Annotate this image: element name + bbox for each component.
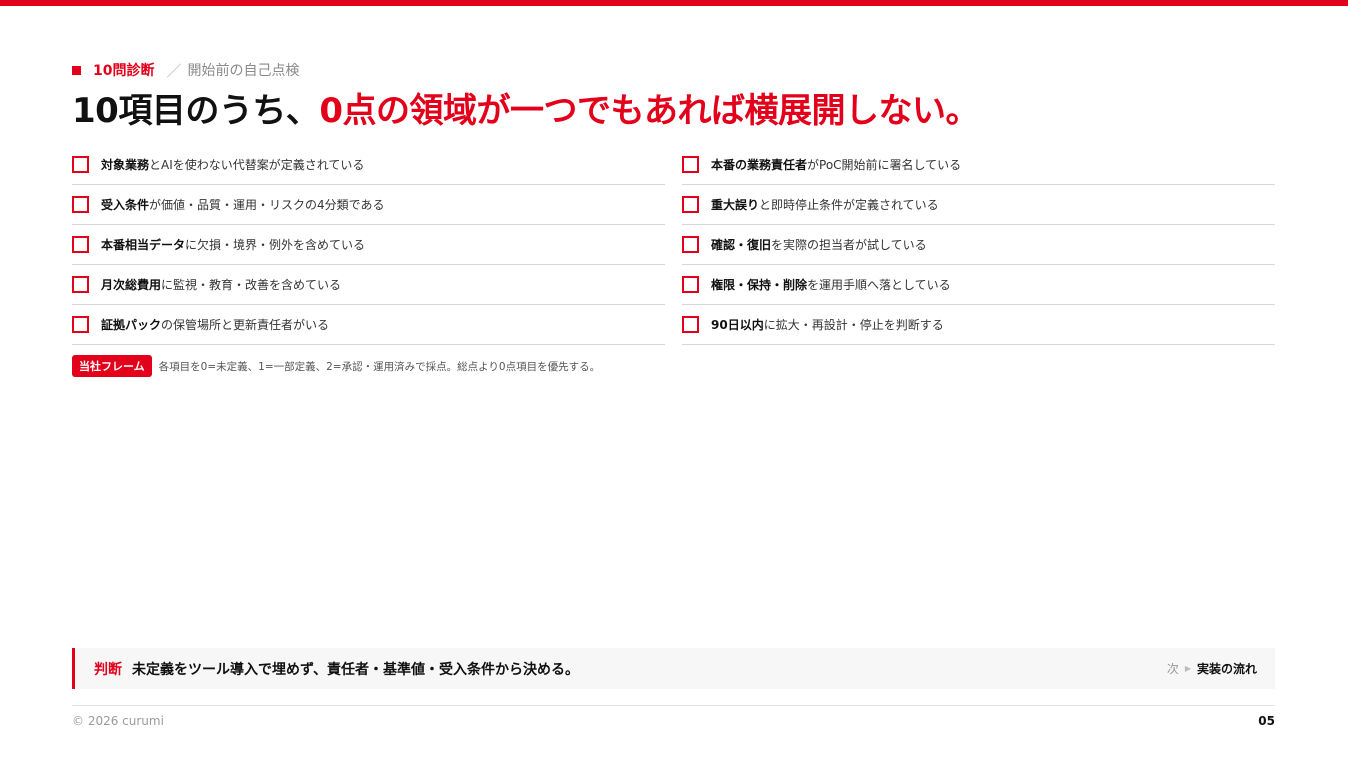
checklist-left-column: 対象業務とAIを使わない代替案が定義されている 受入条件が価値・品質・運用・リス… (72, 145, 665, 345)
checkbox-icon[interactable] (682, 276, 699, 293)
checklist-item-keyword: 権限・保持・削除 (711, 278, 808, 292)
checklist-item-keyword: 対象業務 (101, 158, 150, 172)
checklist-item: 月次総費用に監視・教育・改善を含めている (72, 265, 665, 305)
page-number: 05 (1258, 714, 1275, 728)
checklist-item-keyword: 90日以内 (711, 318, 764, 332)
checklist-item: 対象業務とAIを使わない代替案が定義されている (72, 145, 665, 185)
checkbox-icon[interactable] (72, 196, 89, 213)
checkbox-icon[interactable] (72, 236, 89, 253)
checklist-item-keyword: 本番相当データ (101, 238, 186, 252)
next-section-link[interactable]: 次 ▶ 実装の流れ (1167, 660, 1257, 677)
framework-note-text: 各項目を0=未定義、1=一部定義、2=承認・運用済みで採点。総点より0点項目を優… (158, 360, 601, 373)
verdict-text: 未定義をツール導入で埋めず、責任者・基準値・受入条件から決める。 (132, 661, 580, 678)
checkbox-icon[interactable] (682, 236, 699, 253)
checklist-item-text: 受入条件が価値・品質・運用・リスクの4分類である (101, 196, 385, 213)
checkbox-icon[interactable] (72, 156, 89, 173)
checklist-item: 証拠パックの保管場所と更新責任者がいる (72, 305, 665, 345)
eyebrow-separator: ／ (166, 61, 182, 80)
checklist: 対象業務とAIを使わない代替案が定義されている 受入条件が価値・品質・運用・リス… (72, 145, 1275, 345)
title-highlight: 0点の領域が一つでもあれば横展開しない。 (319, 91, 979, 131)
checklist-item-rest: に拡大・再設計・停止を判断する (763, 318, 944, 332)
checklist-item-text: 対象業務とAIを使わない代替案が定義されている (101, 156, 364, 173)
checklist-item: 90日以内に拡大・再設計・停止を判断する (682, 305, 1275, 345)
checklist-item: 確認・復旧を実際の担当者が試している (682, 225, 1275, 265)
checklist-item-keyword: 確認・復旧 (711, 238, 772, 252)
checklist-item-text: 重大誤りと即時停止条件が定義されている (711, 196, 939, 213)
checklist-item-text: 本番相当データに欠損・境界・例外を含めている (101, 236, 365, 253)
checklist-item-keyword: 重大誤り (711, 198, 760, 212)
checkbox-icon[interactable] (682, 156, 699, 173)
checklist-item-text: 証拠パックの保管場所と更新責任者がいる (101, 316, 329, 333)
checklist-item: 本番の業務責任者がPoC開始前に署名している (682, 145, 1275, 185)
checklist-item-rest: がPoC開始前に署名している (807, 158, 962, 172)
checklist-item-rest: の保管場所と更新責任者がいる (161, 318, 330, 332)
checkbox-icon[interactable] (682, 316, 699, 333)
checklist-item: 受入条件が価値・品質・運用・リスクの4分類である (72, 185, 665, 225)
verdict-bar: 判断 未定義をツール導入で埋めず、責任者・基準値・受入条件から決める。 次 ▶ … (72, 648, 1275, 689)
checkbox-icon[interactable] (72, 316, 89, 333)
checklist-item-rest: に欠損・境界・例外を含めている (185, 238, 366, 252)
checklist-item-text: 90日以内に拡大・再設計・停止を判断する (711, 316, 944, 333)
checklist-item-text: 権限・保持・削除を運用手順へ落としている (711, 276, 951, 293)
checklist-item: 重大誤りと即時停止条件が定義されている (682, 185, 1275, 225)
checklist-item: 権限・保持・削除を運用手順へ落としている (682, 265, 1275, 305)
checklist-item-keyword: 本番の業務責任者 (711, 158, 808, 172)
section-eyebrow: 10問診断 ／ 開始前の自己点検 (72, 61, 300, 80)
checklist-right-column: 本番の業務責任者がPoC開始前に署名している 重大誤りと即時停止条件が定義されて… (682, 145, 1275, 345)
checkbox-icon[interactable] (682, 196, 699, 213)
checklist-item-keyword: 証拠パック (101, 318, 162, 332)
verdict-label: 判断 (94, 661, 122, 678)
checklist-item-rest: を実際の担当者が試している (771, 238, 927, 252)
checklist-item-keyword: 月次総費用 (101, 278, 162, 292)
checklist-item-rest: とAIを使わない代替案が定義されている (149, 158, 365, 172)
checklist-item-rest: と即時停止条件が定義されている (759, 198, 939, 212)
next-section-title: 実装の流れ (1196, 662, 1257, 676)
framework-note: 当社フレーム 各項目を0=未定義、1=一部定義、2=承認・運用済みで採点。総点よ… (72, 355, 600, 377)
checkbox-icon[interactable] (72, 276, 89, 293)
checklist-item-rest: を運用手順へ落としている (807, 278, 951, 292)
checklist-item-keyword: 受入条件 (101, 198, 150, 212)
square-bullet-icon (72, 65, 81, 75)
checklist-item: 本番相当データに欠損・境界・例外を含めている (72, 225, 665, 265)
checklist-item-text: 本番の業務責任者がPoC開始前に署名している (711, 156, 961, 173)
copyright: © 2026 curumi (72, 714, 164, 728)
checklist-item-text: 確認・復旧を実際の担当者が試している (711, 236, 927, 253)
next-label: 次 (1166, 662, 1179, 676)
checklist-item-text: 月次総費用に監視・教育・改善を含めている (101, 276, 341, 293)
framework-badge: 当社フレーム (72, 355, 152, 377)
checklist-item-rest: が価値・品質・運用・リスクの4分類である (149, 198, 385, 212)
top-accent-bar (0, 0, 1348, 6)
page-title: 10項目のうち、0点の領域が一つでもあれば横展開しない。 (72, 86, 979, 136)
footer-divider (72, 705, 1275, 706)
checklist-item-rest: に監視・教育・改善を含めている (161, 278, 342, 292)
triangle-right-icon: ▶ (1184, 664, 1191, 673)
eyebrow-subtitle: 開始前の自己点検 (187, 63, 300, 79)
eyebrow-tag: 10問診断 (93, 63, 155, 79)
title-prefix: 10項目のうち、 (72, 91, 320, 131)
